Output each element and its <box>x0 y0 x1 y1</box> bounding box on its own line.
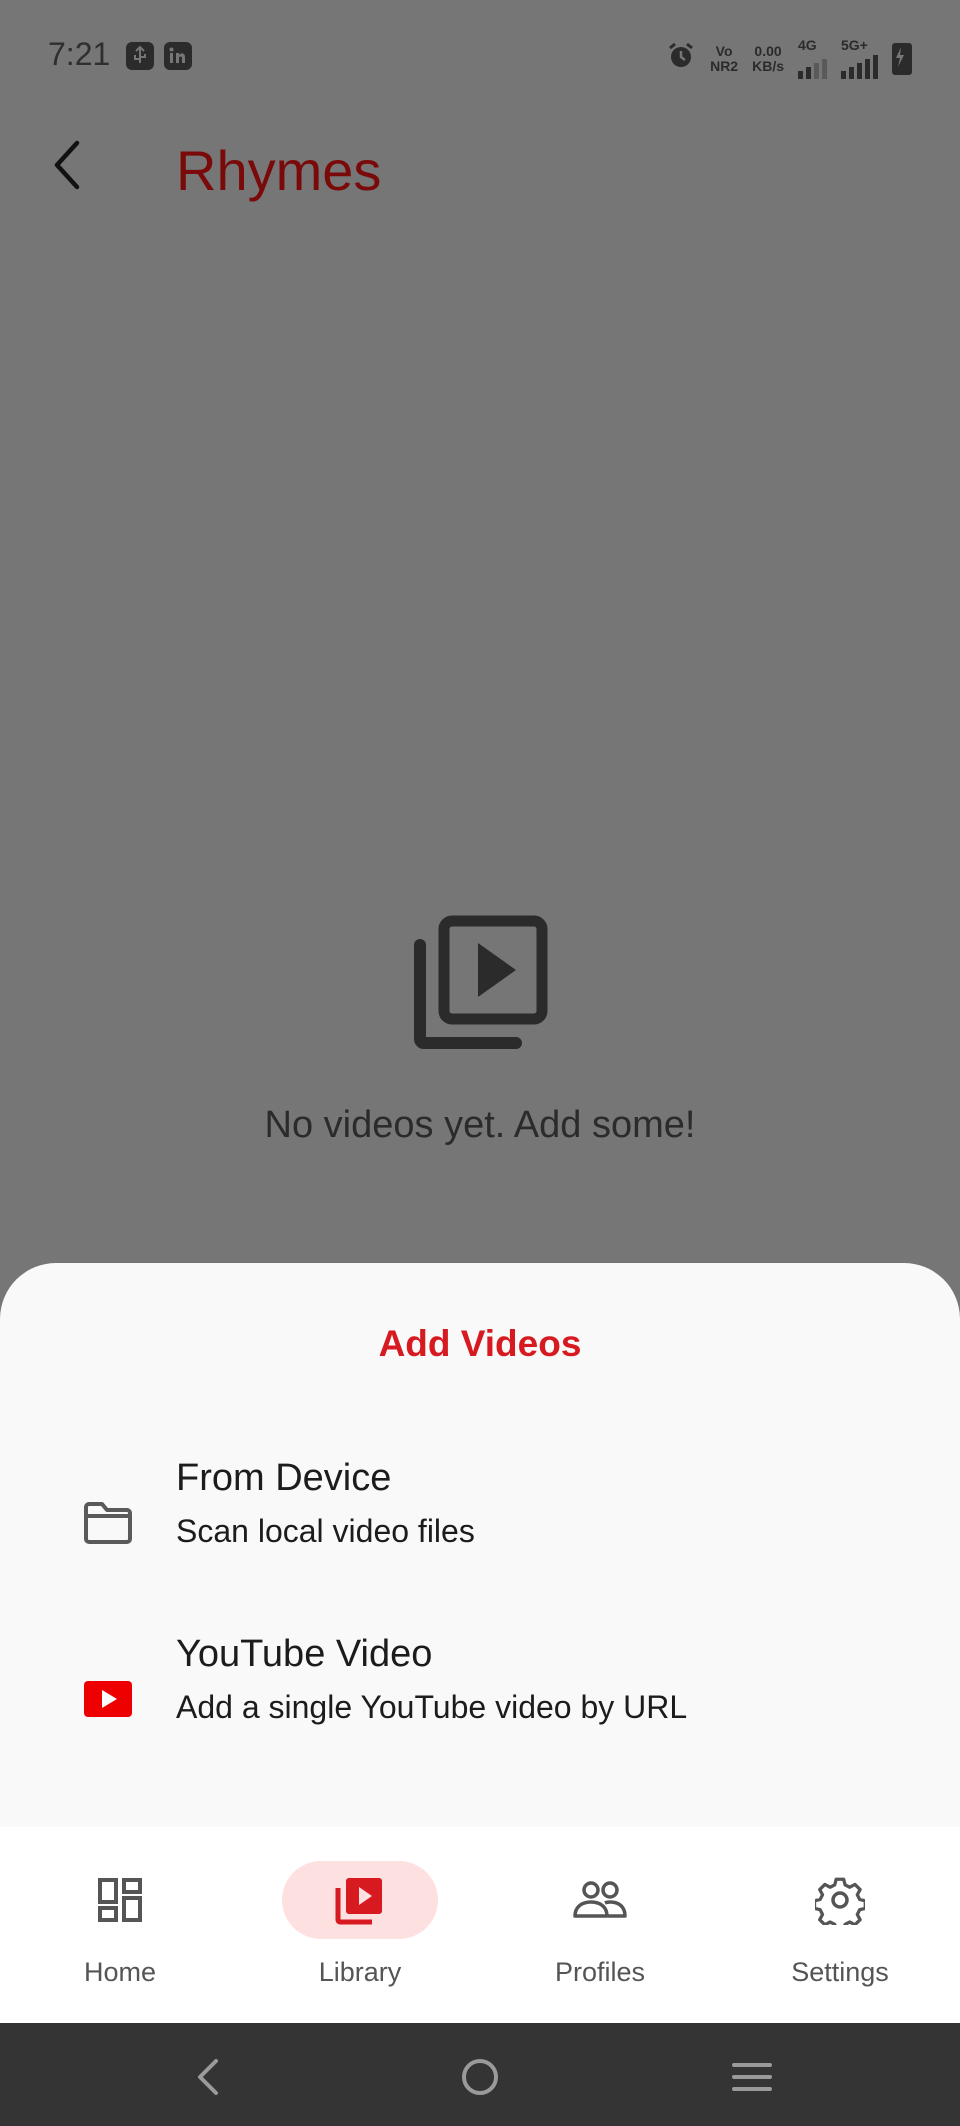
bottom-navigation: Home Library Profiles Settings <box>0 1827 960 2023</box>
network-speed: 0.00 KB/s <box>752 42 784 74</box>
app-bar: Rhymes <box>0 110 960 220</box>
nav-pill <box>762 1861 918 1939</box>
back-arrow-icon <box>54 140 80 190</box>
dashboard-icon <box>98 1878 142 1922</box>
nav-pill-active <box>282 1861 438 1939</box>
screen: 7:21 Vo NR2 0.00 KB/s 4G 5G+ Rhymes No v… <box>0 0 960 2126</box>
video-library-icon <box>412 915 548 1051</box>
nav-label: Home <box>83 1957 157 1987</box>
video-library-icon <box>335 1878 382 1925</box>
system-home-icon <box>462 2059 498 2095</box>
back-button[interactable] <box>34 130 104 200</box>
signal-5g: 5G+ <box>841 38 878 79</box>
option-title: From Device <box>176 1457 392 1499</box>
nav-item-home[interactable]: Home <box>0 1827 240 2023</box>
option-from-device[interactable]: From Device Scan local video files <box>0 1445 960 1595</box>
nav-label: Library <box>318 1957 402 1987</box>
nav-item-settings[interactable]: Settings <box>720 1827 960 2023</box>
nav-item-library[interactable]: Library <box>240 1827 480 2023</box>
option-subtitle: Add a single YouTube video by URL <box>176 1689 688 1725</box>
status-time: 7:21 <box>48 36 111 72</box>
nav-item-profiles[interactable]: Profiles <box>480 1827 720 2023</box>
system-back-button[interactable] <box>180 2049 236 2105</box>
page-title: Rhymes <box>176 139 382 202</box>
option-subtitle: Scan local video files <box>176 1513 475 1549</box>
youtube-icon <box>80 1671 136 1727</box>
linkedin-icon <box>164 42 192 70</box>
volte-indicator: Vo NR2 <box>710 42 739 74</box>
empty-state-message: No videos yet. Add some! <box>264 1104 696 1146</box>
system-menu-button[interactable] <box>724 2049 780 2105</box>
sheet-title: Add Videos <box>378 1323 582 1364</box>
gear-icon <box>815 1877 865 1925</box>
system-home-button[interactable] <box>452 2049 508 2105</box>
system-back-icon <box>198 2059 218 2095</box>
system-navigation-bar <box>0 2023 960 2126</box>
folder-icon <box>80 1495 136 1551</box>
people-icon <box>573 1881 627 1918</box>
status-bar: 7:21 Vo NR2 0.00 KB/s 4G 5G+ <box>0 0 960 110</box>
system-menu-icon <box>732 2063 772 2091</box>
alarm-icon <box>666 41 696 76</box>
nav-pill <box>42 1861 198 1939</box>
usb-icon <box>126 42 154 70</box>
signal-4g: 4G <box>798 38 827 79</box>
status-right: Vo NR2 0.00 KB/s 4G 5G+ <box>666 38 912 79</box>
battery-icon <box>892 42 912 75</box>
nav-pill <box>522 1861 678 1939</box>
add-videos-sheet: Add Videos From Device Scan local video … <box>0 1263 960 1833</box>
nav-label: Profiles <box>554 1957 646 1987</box>
nav-label: Settings <box>791 1957 889 1987</box>
option-title: YouTube Video <box>176 1633 433 1675</box>
option-youtube-video[interactable]: YouTube Video Add a single YouTube video… <box>0 1621 960 1771</box>
